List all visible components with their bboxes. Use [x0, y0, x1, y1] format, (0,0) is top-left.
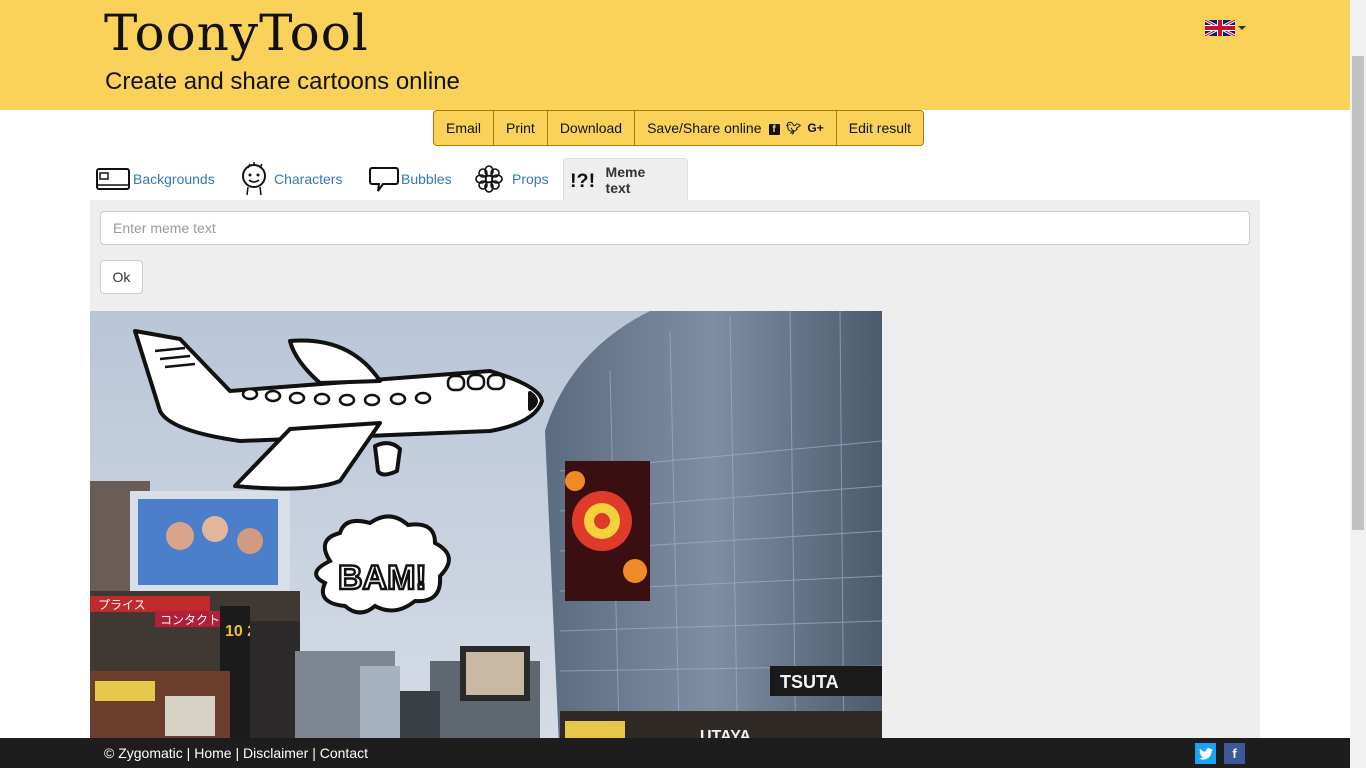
asset-tabs: Backgrounds Characters Bubbles Props !?!…	[90, 158, 1260, 200]
footer-separator: |	[235, 745, 240, 761]
tab-meme-text[interactable]: !?! Meme text	[563, 158, 688, 200]
footer-separator: |	[186, 745, 191, 761]
edit-result-button[interactable]: Edit result	[837, 111, 923, 145]
tab-props[interactable]: Props	[474, 158, 549, 200]
tab-label: Bubbles	[401, 171, 452, 187]
footer-links: © Zygomatic | Home | Disclaimer | Contac…	[104, 745, 368, 761]
download-button[interactable]: Download	[548, 111, 636, 145]
tab-label: Characters	[274, 171, 343, 187]
meme-text-panel: Ok	[90, 200, 1260, 768]
email-button[interactable]: Email	[434, 111, 495, 145]
meme-text-input[interactable]	[100, 211, 1250, 245]
bam-text: BAM!	[338, 559, 427, 597]
print-button[interactable]: Print	[494, 111, 548, 145]
scrollbar-thumb[interactable]	[1352, 56, 1364, 530]
svg-text:!?!: !?!	[570, 169, 595, 191]
ok-button[interactable]: Ok	[100, 260, 143, 294]
tab-backgrounds[interactable]: Backgrounds	[95, 158, 215, 200]
tab-characters[interactable]: Characters	[238, 158, 342, 200]
action-toolbar: Email Print Download Save/Share online f…	[433, 110, 925, 146]
site-logo[interactable]: ToonyTool	[104, 4, 369, 62]
background-icon	[96, 168, 130, 190]
twitter-icon[interactable]	[1195, 743, 1216, 764]
chevron-down-icon	[1238, 26, 1246, 30]
footer-separator: |	[312, 745, 316, 761]
uk-flag-icon	[1205, 20, 1235, 36]
twitter-icon: 🐦︎	[785, 121, 802, 135]
facebook-icon[interactable]: f	[1224, 743, 1245, 764]
site-footer: © Zygomatic | Home | Disclaimer | Contac…	[0, 738, 1350, 768]
speech-bubble-icon	[369, 167, 399, 192]
glass-tower: TSUTA UTAYA	[545, 311, 882, 768]
site-header: ToonyTool Create and share cartoons onli…	[0, 0, 1350, 110]
save-share-label: Save/Share online	[647, 120, 762, 136]
save-share-button[interactable]: Save/Share online f 🐦︎ G+	[635, 111, 837, 145]
tab-bubbles[interactable]: Bubbles	[369, 158, 452, 200]
footer-disclaimer-link[interactable]: Disclaimer	[243, 745, 308, 761]
facebook-icon: f	[768, 124, 780, 135]
sign-prize: プライス	[98, 598, 146, 612]
sign-contact: コンタクト	[160, 613, 220, 627]
footer-home-link[interactable]: Home	[194, 745, 231, 761]
copyright-text: © Zygomatic	[104, 745, 183, 761]
character-icon	[242, 162, 266, 196]
page-scrollbar[interactable]	[1350, 0, 1366, 768]
cartoon-canvas[interactable]: プライス コンタクト 10 29 TSUTA UTAYA BAM!	[90, 311, 882, 768]
meme-text-icon: !?!	[570, 169, 595, 191]
language-selector[interactable]	[1205, 20, 1246, 36]
flower-icon	[475, 165, 503, 193]
tab-label: Props	[512, 171, 549, 187]
tab-label: Meme text	[605, 163, 646, 196]
footer-contact-link[interactable]: Contact	[320, 745, 368, 761]
tab-label: Backgrounds	[133, 171, 215, 187]
sign-tsuta: TSUTA	[780, 672, 839, 692]
cartoon-scene: プライス コンタクト 10 29 TSUTA UTAYA BAM!	[90, 311, 882, 768]
footer-social: f	[1195, 743, 1245, 764]
share-icons: f 🐦︎ G+	[766, 121, 824, 135]
site-tagline: Create and share cartoons online	[105, 68, 460, 95]
google-plus-icon: G+	[807, 121, 824, 135]
